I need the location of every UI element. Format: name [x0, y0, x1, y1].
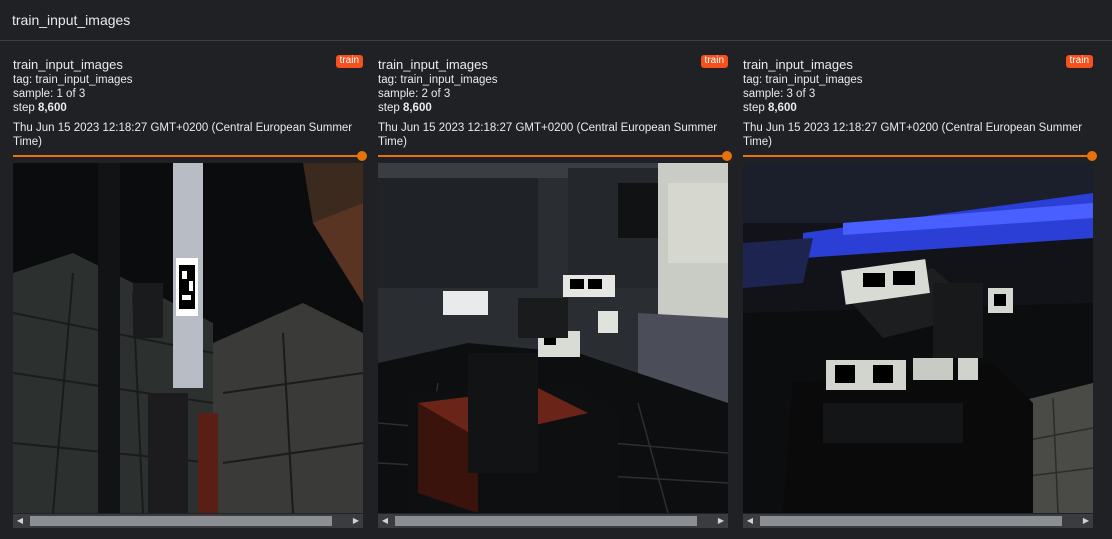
step-label: step 8,600 — [378, 102, 432, 114]
image-scrollbar[interactable]: ◀ ▶ — [13, 514, 363, 528]
step-slider-knob[interactable] — [1087, 151, 1097, 161]
step-label: step 8,600 — [743, 102, 797, 114]
right-arrow-icon[interactable]: ▶ — [714, 514, 728, 528]
step-prefix: step — [378, 102, 400, 114]
left-arrow-icon[interactable]: ◀ — [378, 514, 392, 528]
sample-image — [743, 163, 1093, 513]
card-title: train_input_images — [378, 57, 488, 72]
right-arrow-icon[interactable]: ▶ — [1079, 514, 1093, 528]
scrollbar-thumb[interactable] — [395, 516, 697, 526]
step-slider[interactable] — [743, 151, 1097, 161]
step-value: 8,600 — [37, 102, 67, 114]
step-slider[interactable] — [13, 151, 367, 161]
run-badge: train — [700, 55, 728, 68]
page-header: train_input_images — [0, 0, 1112, 41]
sample-image — [13, 163, 363, 513]
page-title: train_input_images — [12, 12, 131, 28]
step-slider-knob[interactable] — [722, 151, 732, 161]
image-cards: train_input_images train tag: train_inpu… — [0, 42, 1112, 539]
step-slider-knob[interactable] — [357, 151, 367, 161]
timestamp: Thu Jun 15 2023 12:18:27 GMT+0200 (Centr… — [13, 122, 353, 148]
step-slider[interactable] — [378, 151, 732, 161]
sample-label: sample: 2 of 3 — [378, 88, 451, 100]
sample-label: sample: 1 of 3 — [13, 88, 86, 100]
run-badge: train — [1065, 55, 1093, 68]
sample-image-graphic — [743, 163, 1093, 513]
tag-label: tag: train_input_images — [743, 74, 863, 86]
left-arrow-icon[interactable]: ◀ — [743, 514, 757, 528]
card-title: train_input_images — [13, 57, 123, 72]
step-prefix: step — [743, 102, 765, 114]
scrollbar-thumb[interactable] — [760, 516, 1062, 526]
run-badge: train — [335, 55, 363, 68]
step-value: 8,600 — [402, 102, 432, 114]
card-title: train_input_images — [743, 57, 853, 72]
step-value: 8,600 — [767, 102, 797, 114]
image-scrollbar[interactable]: ◀ ▶ — [378, 514, 728, 528]
image-card-2: train_input_images train tag: train_inpu… — [378, 42, 732, 539]
timestamp: Thu Jun 15 2023 12:18:27 GMT+0200 (Centr… — [743, 122, 1083, 148]
scrollbar-thumb[interactable] — [30, 516, 332, 526]
left-arrow-icon[interactable]: ◀ — [13, 514, 27, 528]
image-card-3: train_input_images train tag: train_inpu… — [743, 42, 1097, 539]
sample-image-graphic — [13, 163, 363, 513]
timestamp: Thu Jun 15 2023 12:18:27 GMT+0200 (Centr… — [378, 122, 718, 148]
image-card-1: train_input_images train tag: train_inpu… — [13, 42, 367, 539]
image-scrollbar[interactable]: ◀ ▶ — [743, 514, 1093, 528]
step-label: step 8,600 — [13, 102, 67, 114]
tag-label: tag: train_input_images — [13, 74, 133, 86]
tag-label: tag: train_input_images — [378, 74, 498, 86]
sample-image — [378, 163, 728, 513]
right-arrow-icon[interactable]: ▶ — [349, 514, 363, 528]
sample-label: sample: 3 of 3 — [743, 88, 816, 100]
sample-image-graphic — [378, 163, 728, 513]
step-prefix: step — [13, 102, 35, 114]
